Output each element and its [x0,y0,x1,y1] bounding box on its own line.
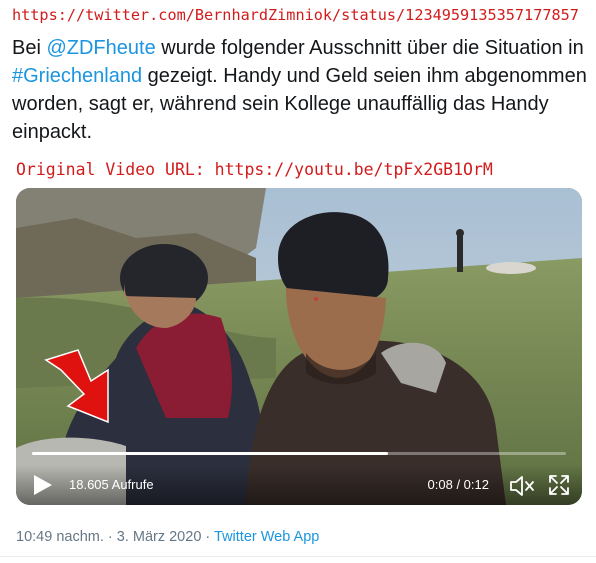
source-url: https://twitter.com/BernhardZimniok/stat… [12,6,579,24]
fullscreen-icon[interactable] [548,474,570,496]
divider [0,556,596,557]
video-controls: 18.605 Aufrufe 0:08 / 0:12 [16,465,582,505]
view-count: 18.605 Aufrufe [69,477,154,492]
tweet-text-part-1: Bei [12,37,47,59]
video-progress-bar[interactable] [32,452,566,455]
volume-icon[interactable] [509,474,535,498]
video-frame [16,188,582,505]
original-video-url: Original Video URL: https://youtu.be/tpF… [16,160,493,179]
hashtag-link[interactable]: #Griechenland [12,65,142,87]
play-icon[interactable] [32,473,54,497]
tweet-meta: 10:49 nachm. · 3. März 2020 · Twitter We… [16,529,319,545]
time-display: 0:08 / 0:12 [427,477,489,492]
tweet-text: Bei @ZDFheute wurde folgender Ausschnitt… [12,34,588,146]
video-progress-fill [32,452,389,455]
tweet-text-part-2: wurde folgender Ausschnitt über die Situ… [155,37,584,59]
source-app-link[interactable]: Twitter Web App [214,529,319,545]
tweet-timestamp[interactable]: 10:49 nachm. · 3. März 2020 · [16,529,214,545]
mention-link[interactable]: @ZDFheute [46,37,155,59]
video-player[interactable]: 18.605 Aufrufe 0:08 / 0:12 [16,188,582,505]
